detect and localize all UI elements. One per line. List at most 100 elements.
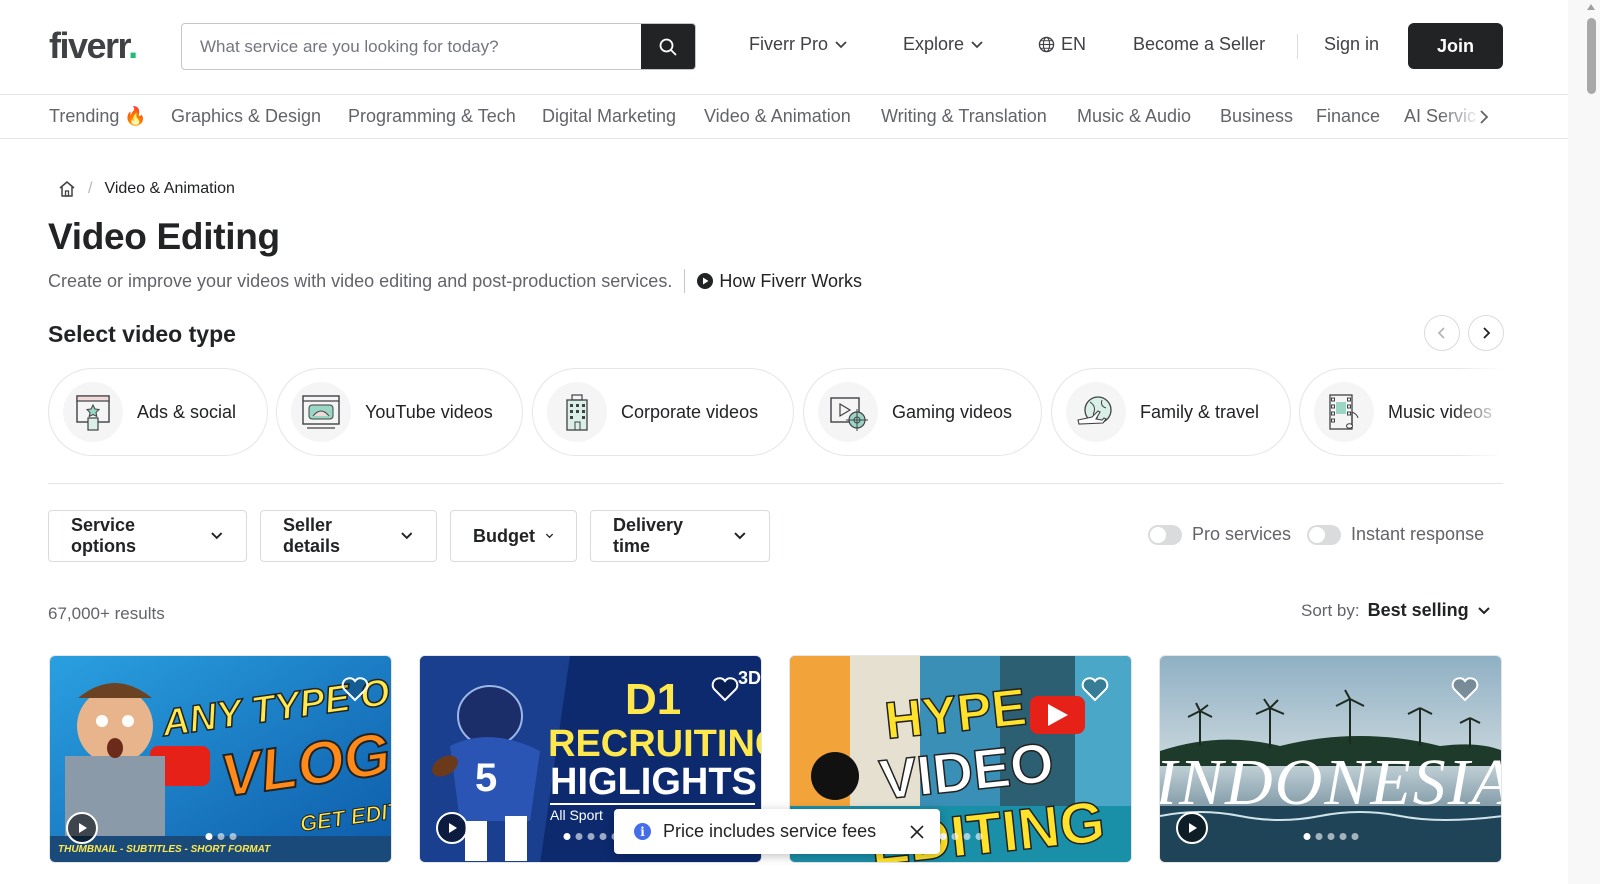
category-trending[interactable]: Trending 🔥 xyxy=(49,106,147,127)
gaming-target-icon xyxy=(818,382,878,442)
nav-fiverr-pro-label: Fiverr Pro xyxy=(749,34,829,54)
scrollbar-thumb[interactable] xyxy=(1587,18,1596,94)
site-header: fiverr. Fiverr Pro Explore EN Become a S… xyxy=(0,0,1568,95)
page-title: Video Editing xyxy=(48,216,280,257)
search-input[interactable] xyxy=(182,24,641,69)
category-writing-translation[interactable]: Writing & Translation xyxy=(881,106,1047,127)
chevron-down-icon xyxy=(734,532,746,540)
page-scrollbar[interactable] xyxy=(1568,0,1600,884)
carousel-dots xyxy=(1303,833,1358,840)
card-recruiting-line2: RECRUITING xyxy=(548,723,762,765)
carousel-dots xyxy=(939,833,982,840)
play-icon xyxy=(79,823,87,833)
breadcrumb-video-animation[interactable]: Video & Animation xyxy=(104,180,234,198)
subtitle-divider xyxy=(684,269,686,293)
filter-delivery-time[interactable]: Delivery time xyxy=(590,510,770,562)
toast-text: Price includes service fees xyxy=(663,821,877,841)
category-video-animation[interactable]: Video & Animation xyxy=(704,106,851,127)
gig-card-thumbnail[interactable]: ANY TYPE OF VLOGS GET EDITE THUMBNAIL - … xyxy=(49,655,392,863)
fiverr-logo[interactable]: fiverr. xyxy=(49,25,138,67)
chevron-down-icon xyxy=(971,40,983,48)
filter-seller-details[interactable]: Seller details xyxy=(260,510,437,562)
results-count: 67,000+ results xyxy=(48,604,165,623)
close-icon[interactable] xyxy=(910,824,924,839)
filter-label: Seller details xyxy=(283,515,341,556)
search-bar xyxy=(181,23,696,70)
pro-services-label: Pro services xyxy=(1192,524,1292,544)
breadcrumb-separator: / xyxy=(88,180,93,197)
category-business[interactable]: Business xyxy=(1220,106,1293,127)
filter-service-options[interactable]: Service options xyxy=(48,510,247,562)
chevron-down-icon xyxy=(835,40,847,48)
video-type-family-travel[interactable]: Family & travel xyxy=(1051,368,1291,456)
card-recruiting-line1: D1 xyxy=(625,675,681,724)
nav-sign-in[interactable]: Sign in xyxy=(1324,34,1379,55)
video-type-youtube[interactable]: YouTube videos xyxy=(276,368,523,456)
video-type-ads-social[interactable]: Ads & social xyxy=(48,368,268,456)
video-type-gaming[interactable]: Gaming videos xyxy=(803,368,1042,456)
category-digital-marketing[interactable]: Digital Marketing xyxy=(542,106,676,127)
heart-icon[interactable] xyxy=(1081,676,1109,702)
card-recruiting-corner: 3D xyxy=(738,668,761,688)
nav-sign-in-label: Sign in xyxy=(1324,34,1380,54)
chevron-down-icon xyxy=(545,533,554,539)
nav-become-seller[interactable]: Become a Seller xyxy=(1133,34,1265,55)
carousel-dots xyxy=(205,833,236,840)
filter-label: Budget xyxy=(473,525,535,546)
svg-text:5: 5 xyxy=(475,756,497,800)
nav-divider xyxy=(1297,34,1298,59)
search-button[interactable] xyxy=(641,24,695,69)
category-music-audio[interactable]: Music & Audio xyxy=(1077,106,1191,127)
join-button[interactable]: Join xyxy=(1408,23,1503,69)
sort-dropdown[interactable]: Sort by: Best selling xyxy=(1301,600,1491,621)
heart-icon[interactable] xyxy=(341,676,369,702)
card-thumbnail-footer: THUMBNAIL - SUBTITLES - SHORT FORMAT xyxy=(58,844,271,855)
category-programming-tech[interactable]: Programming & Tech xyxy=(348,106,516,127)
video-type-corporate[interactable]: Corporate videos xyxy=(532,368,794,456)
nav-explore-label: Explore xyxy=(903,34,965,54)
card-recruiting-footer: All Sport xyxy=(550,807,603,823)
filter-budget[interactable]: Budget xyxy=(450,510,577,562)
heart-icon[interactable] xyxy=(711,676,739,702)
play-button[interactable] xyxy=(436,812,468,844)
card-recruiting-line3: HIGLIGHTS xyxy=(550,761,757,803)
search-icon xyxy=(659,38,677,55)
pro-services-toggle[interactable]: Pro services xyxy=(1148,524,1291,545)
play-icon xyxy=(449,823,457,833)
toggle-switch[interactable] xyxy=(1307,524,1341,545)
carousel-next-button[interactable] xyxy=(1468,315,1504,351)
toggle-switch[interactable] xyxy=(1148,524,1182,545)
play-button[interactable] xyxy=(66,812,98,844)
section-divider xyxy=(48,483,1503,484)
instant-response-label: Instant response xyxy=(1351,524,1485,544)
gig-card-indonesia[interactable]: INDONESIA xyxy=(1159,655,1502,863)
category-finance[interactable]: Finance xyxy=(1316,106,1380,127)
filter-label: Delivery time xyxy=(613,515,684,556)
sort-value: Best selling xyxy=(1367,600,1469,620)
category-graphics-design[interactable]: Graphics & Design xyxy=(171,106,321,127)
scroll-up-arrow-icon[interactable] xyxy=(1587,4,1595,10)
home-icon[interactable] xyxy=(58,180,76,198)
nav-become-seller-label: Become a Seller xyxy=(1133,34,1266,54)
carousel-prev-button[interactable] xyxy=(1424,315,1460,351)
heart-icon[interactable] xyxy=(1451,676,1479,702)
category-next-chevron-icon[interactable] xyxy=(1479,109,1489,125)
nav-language-label: EN xyxy=(1061,34,1087,54)
play-button[interactable] xyxy=(1176,812,1208,844)
nav-explore[interactable]: Explore xyxy=(903,34,984,55)
filter-label: Service options xyxy=(71,515,136,556)
video-type-label: Corporate videos xyxy=(621,401,759,422)
nav-fiverr-pro[interactable]: Fiverr Pro xyxy=(749,34,848,55)
ads-social-icon xyxy=(63,382,123,442)
how-fiverr-works-link[interactable]: How Fiverr Works xyxy=(697,271,862,292)
chevron-down-icon xyxy=(211,532,223,540)
how-fiverr-works-label: How Fiverr Works xyxy=(719,270,863,291)
play-icon xyxy=(1189,823,1197,833)
carousel-dots xyxy=(563,833,618,840)
globe-plane-icon xyxy=(1066,382,1126,442)
youtube-videos-icon xyxy=(291,382,351,442)
instant-response-toggle[interactable]: Instant response xyxy=(1307,524,1484,545)
category-fade xyxy=(1440,95,1500,138)
price-fees-toast: i Price includes service fees xyxy=(614,809,940,854)
nav-language[interactable]: EN xyxy=(1038,34,1086,55)
